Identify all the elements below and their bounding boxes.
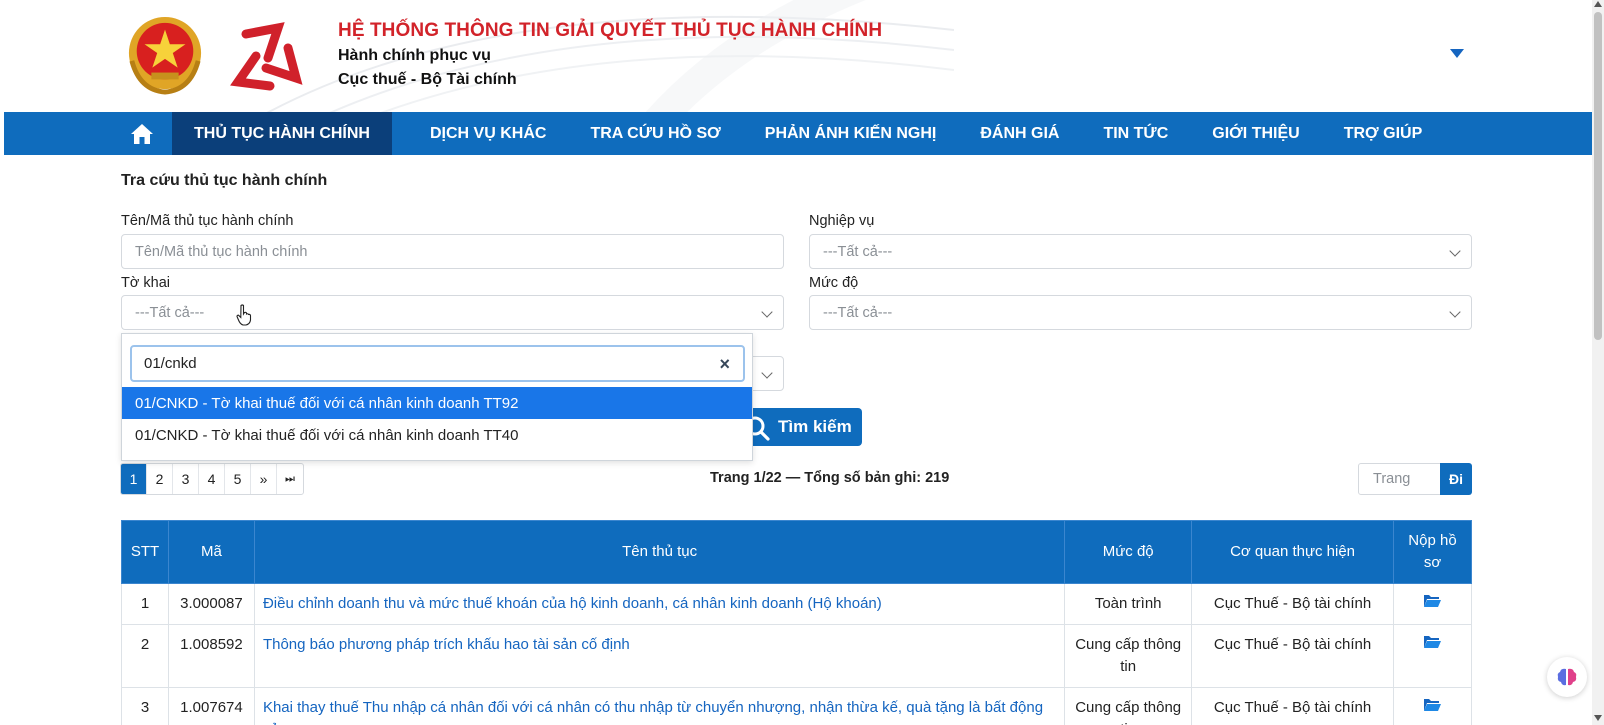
business-select-value: ---Tất cả--- [823,243,893,260]
procedure-link[interactable]: Điều chỉnh doanh thu và mức thuế khoán c… [263,595,882,612]
goto-page-placeholder: Trang [1373,471,1411,487]
nav-tra-cuu-ho-so[interactable]: TRA CỨU HỒ SƠ [568,112,742,155]
table-header-row: STT Mã Tên thủ tục Mức độ Cơ quan thực h… [121,520,1473,584]
nav-tro-giup[interactable]: TRỢ GIÚP [1322,112,1445,155]
scroll-down-arrow-icon[interactable] [1594,715,1602,721]
business-label: Nghiệp vụ [809,213,875,229]
row-name-cell: Thông báo phương pháp trích khấu hao tài… [253,624,1066,688]
name-label: Tên/Mã thủ tục hành chính [121,213,294,229]
row-code: 1.007674 [167,687,255,725]
dropdown-search-query: 01/cnkd [144,355,197,372]
row-agency: Cục Thuế - Bộ tài chính [1191,583,1394,625]
folder-open-icon[interactable] [1423,697,1442,712]
level-select-value: ---Tất cả--- [823,304,893,321]
nav-gioi-thieu[interactable]: GIỚI THIỆU [1190,112,1321,155]
business-select[interactable]: ---Tất cả--- [809,234,1472,269]
folder-open-icon[interactable] [1423,593,1442,608]
scrollbar-thumb[interactable] [1594,12,1602,340]
nav-tin-tuc[interactable]: TIN TỨC [1081,112,1190,155]
col-level: Mức độ [1064,520,1193,584]
next-page-button[interactable]: » [251,464,277,494]
page-5-button[interactable]: 5 [225,464,251,494]
last-page-button[interactable]: ⏭ [277,464,303,494]
row-stt: 2 [121,624,169,688]
name-input[interactable]: Tên/Mã thủ tục hành chính [121,234,784,269]
row-agency: Cục Thuế - Bộ tài chính [1191,624,1394,688]
folder-open-icon[interactable] [1423,634,1442,649]
header-agency: Cục thuế - Bộ Tài chính [338,71,517,88]
main-navigation: THỦ TỤC HÀNH CHÍNH DỊCH VỤ KHÁC TRA CỨU … [4,112,1592,155]
table-row: 1 3.000087 Điều chỉnh doanh thu và mức t… [121,583,1473,625]
pagination: 1 2 3 4 5 » ⏭ [120,463,304,495]
col-stt: STT [121,520,169,584]
page: HỆ THỐNG THÔNG TIN GIẢI QUYẾT THỦ TỤC HÀ… [0,0,1604,725]
scroll-up-arrow-icon[interactable] [1594,1,1602,7]
site-header: HỆ THỐNG THÔNG TIN GIẢI QUYẾT THỦ TỤC HÀ… [4,0,1592,112]
row-submit-cell [1392,687,1473,725]
tax-department-logo-icon [230,22,303,91]
procedure-link[interactable]: Thông báo phương pháp trích khấu hao tài… [263,636,630,653]
row-stt: 3 [121,687,169,725]
form-select-dropdown: 01/cnkd × 01/CNKD - Tờ khai thuế đối với… [121,333,753,461]
national-emblem-icon [128,16,202,95]
procedure-link[interactable]: Khai thay thuế Thu nhập cá nhân đối với … [263,699,1043,725]
page-3-button[interactable]: 3 [173,464,199,494]
form-select[interactable]: ---Tất cả--- [121,295,784,330]
search-button[interactable]: Tìm kiếm [734,408,862,446]
user-menu-caret-icon[interactable] [1450,49,1464,58]
goto-page-button[interactable]: Đi [1440,463,1472,495]
chevron-down-icon [1449,306,1461,318]
home-link[interactable] [112,112,172,155]
col-code: Mã [167,520,255,584]
header-subtitle: Hành chính phục vụ [338,47,491,64]
level-select[interactable]: ---Tất cả--- [809,295,1472,330]
nav-danh-gia[interactable]: ĐÁNH GIÁ [958,112,1081,155]
col-name: Tên thủ tục [253,520,1066,584]
page-info: Trang 1/22 — Tổng số bản ghi: 219 [710,470,950,486]
row-name-cell: Điều chỉnh doanh thu và mức thuế khoán c… [253,583,1066,625]
table-row: 3 1.007674 Khai thay thuế Thu nhập cá nh… [121,687,1473,725]
section-title: Tra cứu thủ tục hành chính [121,172,328,189]
brain-icon [1557,668,1577,686]
row-code: 1.008592 [167,624,255,688]
row-name-cell: Khai thay thuế Thu nhập cá nhân đối với … [253,687,1066,725]
home-icon [131,123,153,144]
chevron-down-icon [761,367,773,379]
nav-dich-vu-khac[interactable]: DỊCH VỤ KHÁC [408,112,568,155]
row-stt: 1 [121,583,169,625]
row-level: Cung cấp thông tin [1064,687,1193,725]
page-2-button[interactable]: 2 [147,464,173,494]
goto-page-input[interactable]: Trang [1358,463,1441,495]
dropdown-option[interactable]: 01/CNKD - Tờ khai thuế đối với cá nhân k… [122,419,752,451]
row-agency: Cục Thuế - Bộ tài chính [1191,687,1394,725]
form-select-value: ---Tất cả--- [135,304,205,321]
col-submit: Nộp hồ sơ [1392,520,1473,584]
row-level: Cung cấp thông tin [1064,624,1193,688]
name-input-placeholder: Tên/Mã thủ tục hành chính [135,243,308,260]
form-label: Tờ khai [121,275,170,291]
hand-cursor-icon [236,304,252,326]
nav-thu-tuc-hanh-chinh[interactable]: THỦ TỤC HÀNH CHÍNH [172,112,392,155]
chevron-down-icon [761,306,773,318]
procedures-table: STT Mã Tên thủ tục Mức độ Cơ quan thực h… [121,520,1473,725]
table-row: 2 1.008592 Thông báo phương pháp trích k… [121,624,1473,688]
level-label: Mức độ [809,275,859,291]
dropdown-search-input[interactable]: 01/cnkd × [130,345,745,382]
chevron-down-icon [1449,245,1461,257]
col-agency: Cơ quan thực hiện [1191,520,1394,584]
row-submit-cell [1392,583,1473,625]
row-code: 3.000087 [167,583,255,625]
dropdown-option[interactable]: 01/CNKD - Tờ khai thuế đối với cá nhân k… [122,387,752,419]
clear-icon[interactable]: × [719,354,730,375]
assistant-button[interactable] [1547,657,1587,697]
row-submit-cell [1392,624,1473,688]
header-title: HỆ THỐNG THÔNG TIN GIẢI QUYẾT THỦ TỤC HÀ… [338,20,883,41]
nav-phan-anh-kien-nghi[interactable]: PHẢN ÁNH KIẾN NGHỊ [743,112,959,155]
page-scrollbar[interactable] [1592,0,1604,725]
row-level: Toàn trình [1064,583,1193,625]
page-1-button[interactable]: 1 [121,464,147,494]
page-4-button[interactable]: 4 [199,464,225,494]
search-button-label: Tìm kiếm [778,417,852,436]
